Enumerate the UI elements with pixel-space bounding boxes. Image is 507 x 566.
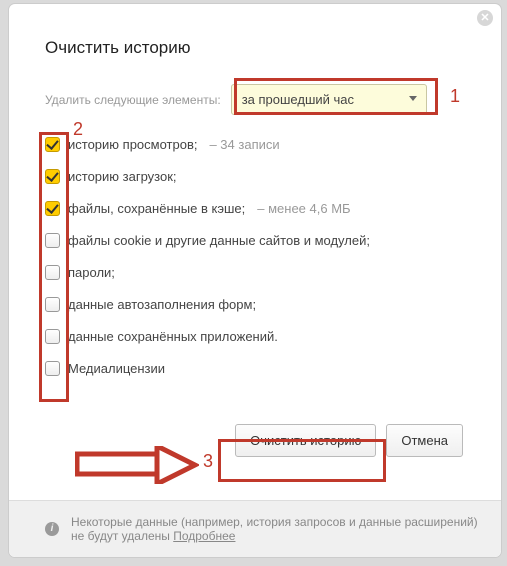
button-row: Очистить историю Отмена bbox=[45, 424, 467, 457]
option-label: данные сохранённых приложений. bbox=[68, 329, 278, 344]
option-suffix: – 34 записи bbox=[209, 137, 279, 152]
option-checkbox[interactable] bbox=[45, 137, 60, 152]
option-row: данные автозаполнения форм; bbox=[45, 297, 467, 312]
clear-history-dialog: ✕ Очистить историю Удалить следующие эле… bbox=[8, 3, 502, 558]
option-checkbox[interactable] bbox=[45, 233, 60, 248]
timerange-value: за прошедший час bbox=[242, 92, 354, 107]
option-label: историю просмотров; bbox=[68, 137, 197, 152]
dialog-content: Очистить историю Удалить следующие элеме… bbox=[9, 4, 501, 457]
option-label: файлы, сохранённые в кэше; bbox=[68, 201, 245, 216]
option-row: историю просмотров; – 34 записи bbox=[45, 137, 467, 152]
footer-text: Некоторые данные (например, история запр… bbox=[71, 515, 478, 543]
option-row: файлы cookie и другие данные сайтов и мо… bbox=[45, 233, 467, 248]
option-row: данные сохранённых приложений. bbox=[45, 329, 467, 344]
cancel-button[interactable]: Отмена bbox=[386, 424, 463, 457]
option-label: данные автозаполнения форм; bbox=[68, 297, 256, 312]
dialog-title: Очистить историю bbox=[45, 38, 467, 58]
option-checkbox[interactable] bbox=[45, 169, 60, 184]
option-row: пароли; bbox=[45, 265, 467, 280]
info-icon: i bbox=[45, 522, 59, 536]
option-checkbox[interactable] bbox=[45, 201, 60, 216]
footer-link[interactable]: Подробнее bbox=[173, 529, 235, 543]
option-suffix: – менее 4,6 МБ bbox=[257, 201, 350, 216]
option-label: файлы cookie и другие данные сайтов и мо… bbox=[68, 233, 370, 248]
option-label: историю загрузок; bbox=[68, 169, 177, 184]
option-row: Медиалицензии bbox=[45, 361, 467, 376]
timerange-row: Удалить следующие элементы: за прошедший… bbox=[45, 84, 467, 115]
close-icon[interactable]: ✕ bbox=[477, 10, 493, 26]
footer: i Некоторые данные (например, история за… bbox=[9, 500, 501, 557]
timerange-select[interactable]: за прошедший час bbox=[231, 84, 427, 115]
option-checkbox[interactable] bbox=[45, 329, 60, 344]
chevron-down-icon bbox=[409, 96, 417, 101]
option-label: пароли; bbox=[68, 265, 115, 280]
options-list: историю просмотров; – 34 записи историю з… bbox=[45, 137, 467, 376]
timerange-label: Удалить следующие элементы: bbox=[45, 93, 221, 107]
clear-history-button[interactable]: Очистить историю bbox=[235, 424, 376, 457]
option-checkbox[interactable] bbox=[45, 265, 60, 280]
option-checkbox[interactable] bbox=[45, 297, 60, 312]
footer-text-wrap: Некоторые данные (например, история запр… bbox=[71, 515, 481, 543]
option-checkbox[interactable] bbox=[45, 361, 60, 376]
option-row: файлы, сохранённые в кэше; – менее 4,6 М… bbox=[45, 201, 467, 216]
option-label: Медиалицензии bbox=[68, 361, 165, 376]
timerange-select-wrap: за прошедший час bbox=[231, 84, 427, 115]
option-row: историю загрузок; bbox=[45, 169, 467, 184]
